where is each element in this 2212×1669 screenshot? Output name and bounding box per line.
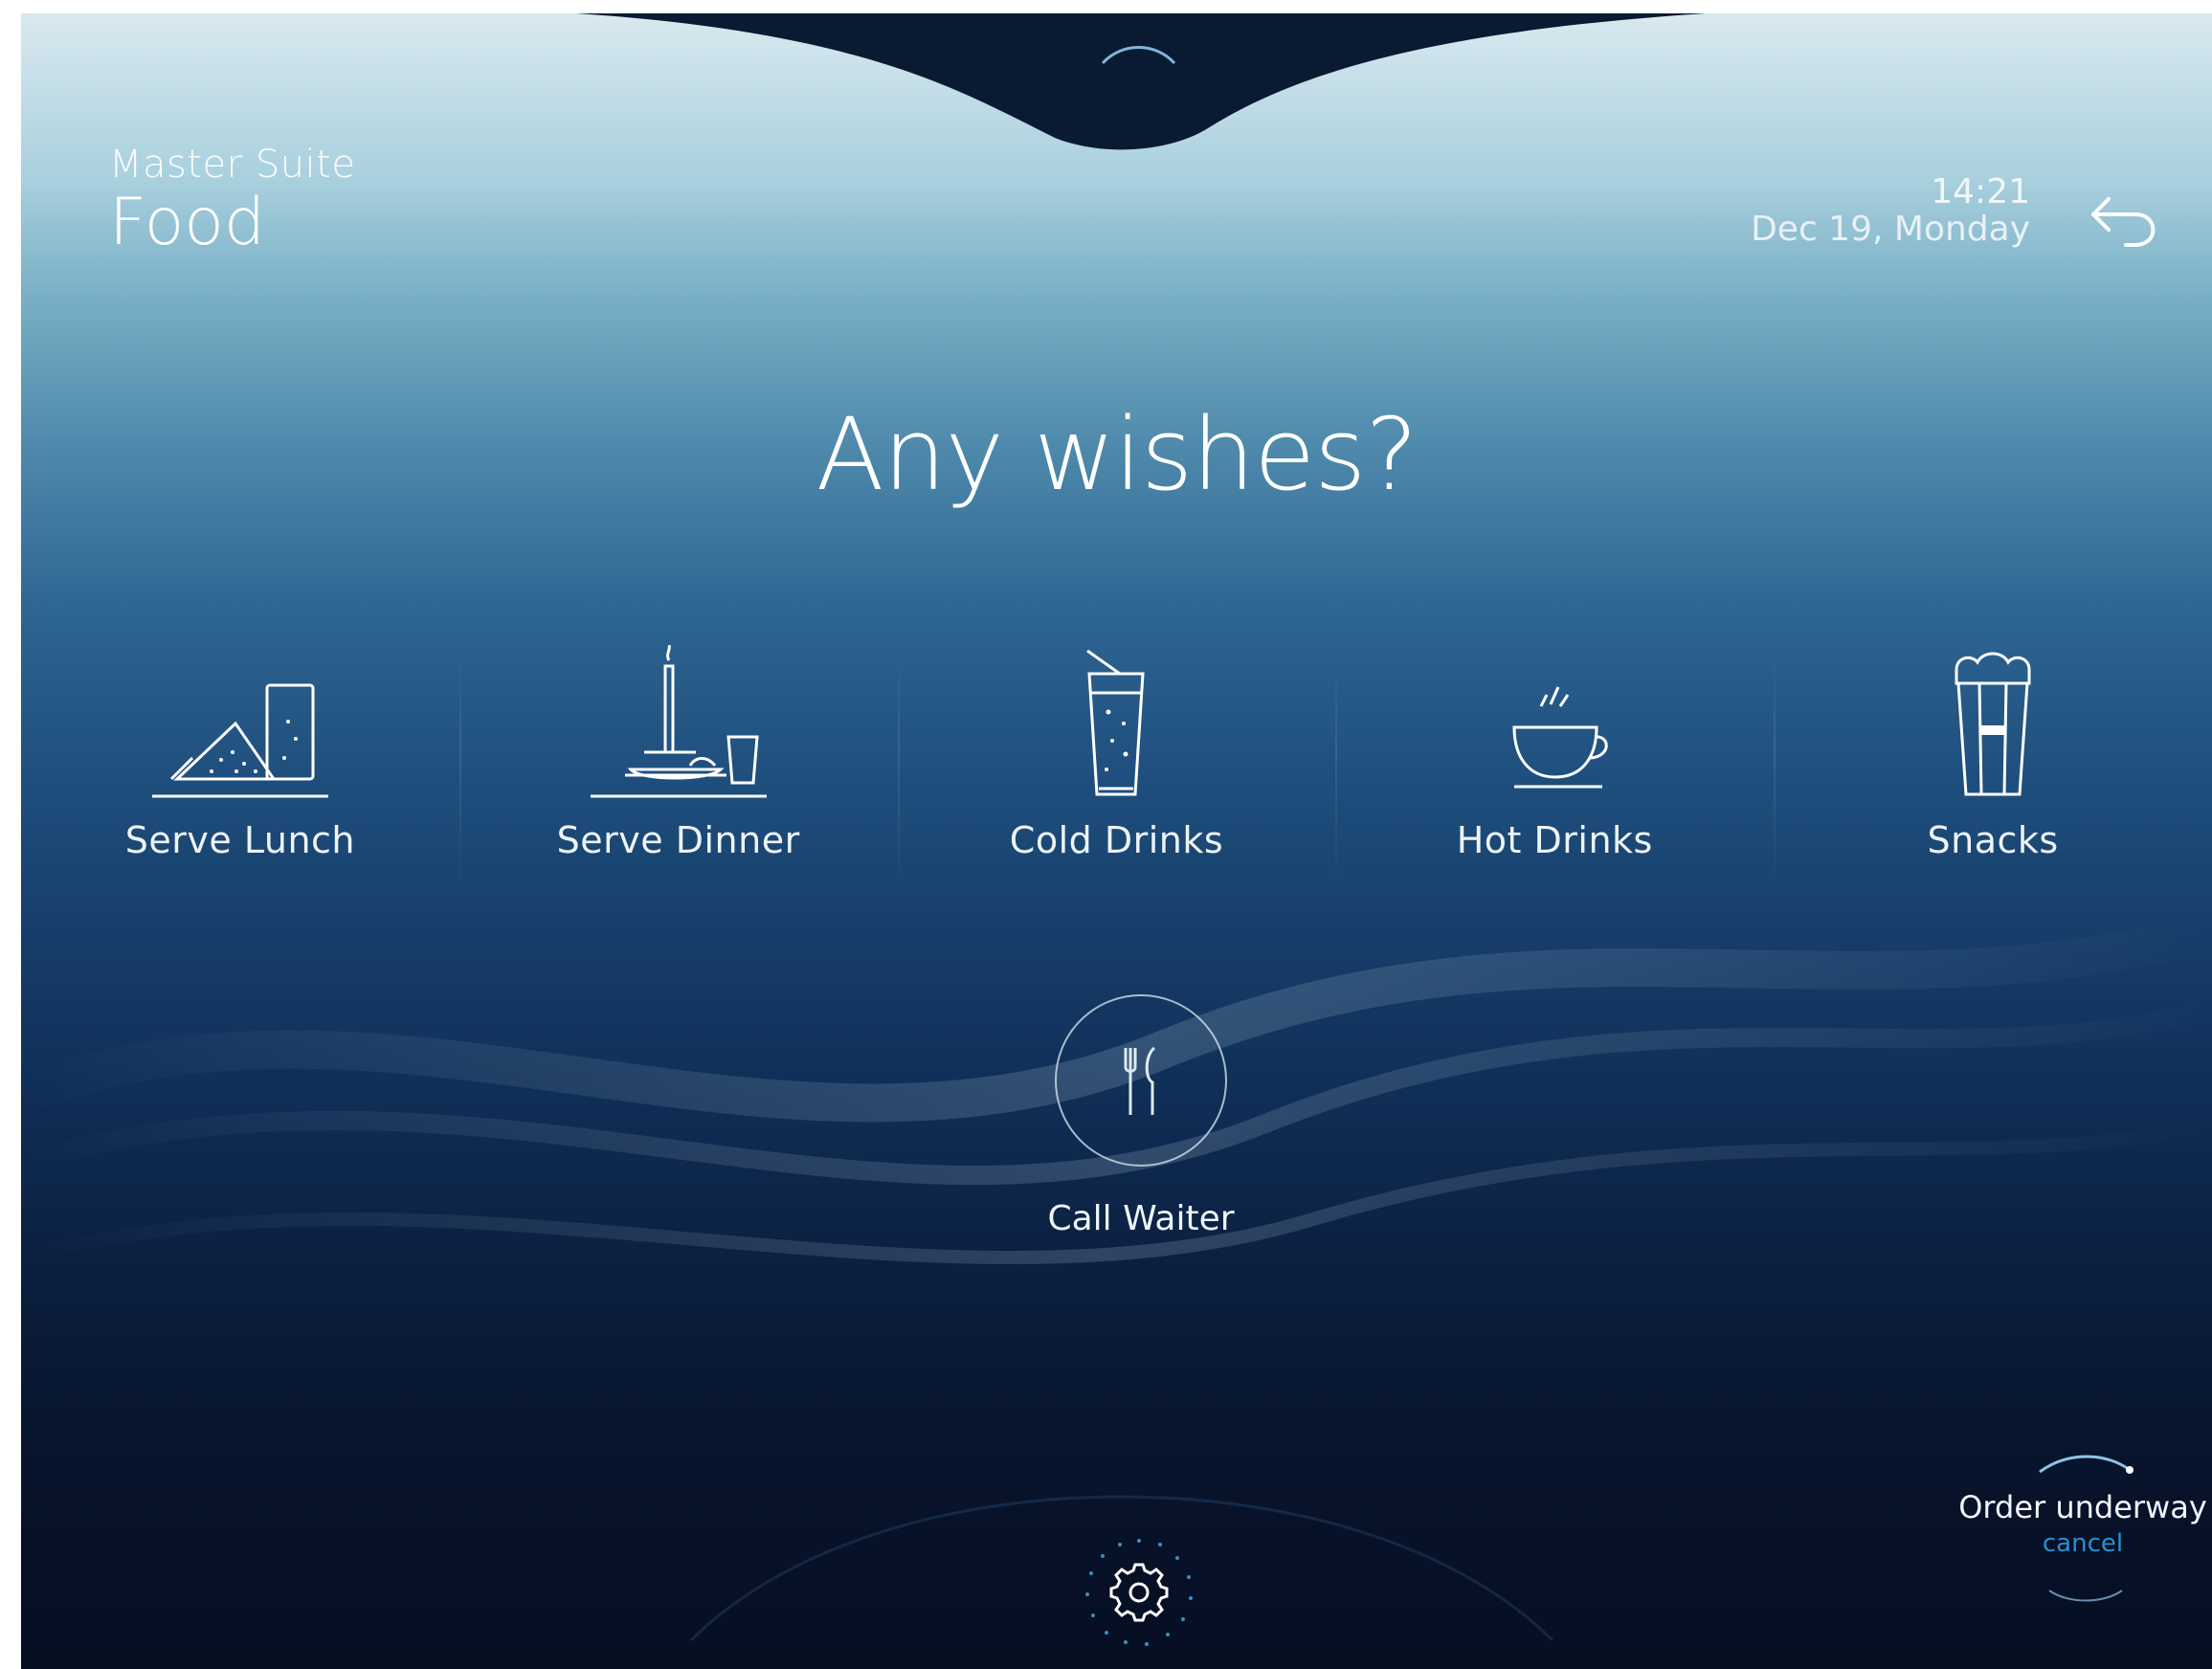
- category-label: Snacks: [1927, 819, 2059, 861]
- call-waiter-circle[interactable]: [1055, 994, 1227, 1167]
- lunch-icon: [151, 683, 328, 798]
- category-cold-drinks[interactable]: Cold Drinks: [897, 645, 1336, 903]
- gear-icon: [1085, 1539, 1193, 1646]
- headline: Any wishes?: [816, 396, 1418, 513]
- category-row: Serve Lunch Serve Dinner Cold Drinks Hot…: [21, 645, 2212, 903]
- cutlery-icon: [1124, 1046, 1156, 1115]
- category-label: Hot Drinks: [1456, 819, 1653, 861]
- order-status-text: Order underway: [1958, 1489, 2207, 1525]
- category-serve-dinner[interactable]: Serve Dinner: [458, 645, 898, 903]
- time-label: 14:21: [1931, 172, 2030, 211]
- category-hot-drinks[interactable]: Hot Drinks: [1335, 645, 1774, 903]
- cancel-order-link[interactable]: cancel: [1954, 1529, 2212, 1558]
- page-title: Food: [109, 185, 266, 260]
- date-label: Dec 19, Monday: [1751, 210, 2030, 249]
- clock: 14:21 Dec 19, Monday: [1751, 174, 2030, 249]
- category-snacks[interactable]: Snacks: [1774, 645, 2212, 903]
- category-label: Cold Drinks: [1009, 819, 1224, 861]
- hot-drink-icon: [1512, 686, 1609, 789]
- cold-drink-icon: [1086, 649, 1146, 796]
- category-label: Serve Dinner: [556, 819, 800, 861]
- back-arrow-icon: [2091, 197, 2156, 247]
- back-button[interactable]: [2088, 186, 2164, 253]
- call-waiter-label: Call Waiter: [1047, 1199, 1235, 1238]
- settings-button[interactable]: [1082, 1535, 1196, 1650]
- order-status: Order underway cancel: [1954, 1449, 2212, 1612]
- dinner-icon: [590, 645, 767, 798]
- snacks-icon: [1955, 652, 2031, 796]
- category-label: Serve Lunch: [124, 819, 355, 861]
- category-serve-lunch[interactable]: Serve Lunch: [21, 645, 459, 903]
- app-screen: Master Suite Food 14:21 Dec 19, Monday A…: [21, 13, 2212, 1669]
- location-label: Master Suite: [109, 143, 356, 187]
- call-waiter-button[interactable]: Call Waiter: [1047, 994, 1235, 1238]
- header-title-block: Master Suite Food: [109, 143, 355, 257]
